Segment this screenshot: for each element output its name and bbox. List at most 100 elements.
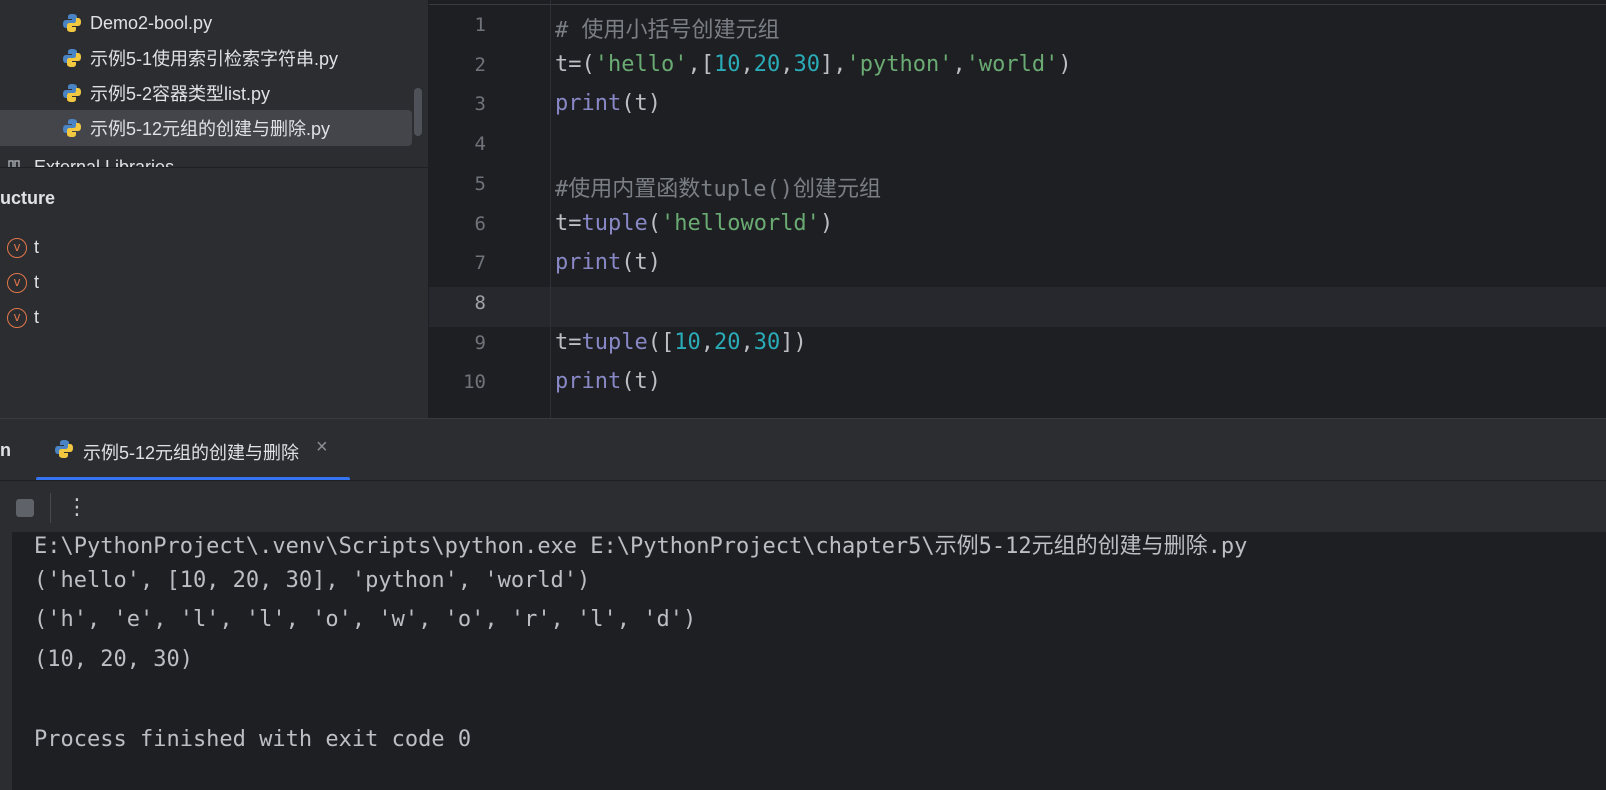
code-token: # 使用小括号创建元组 [555,18,780,43]
editor-top-border [429,4,1606,5]
code-token: t= [555,329,582,355]
left-tool-panel: Demo2-bool.py 示例5-1使用索引检索字符串.py 示例5-2容器类型l… [0,0,428,418]
line-number: 4 [474,133,486,156]
code-token: 'world' [965,51,1059,77]
project-file-item[interactable]: Demo2-bool.py [0,5,412,41]
structure-item[interactable]: vt [0,269,420,299]
run-toolbar: ⋮ [0,480,1606,533]
code-token: (t) [621,91,661,117]
project-file-label: Demo2-bool.py [90,12,213,33]
code-token: 20 [753,51,781,77]
code-token: 10 [674,329,701,355]
code-token: 30 [753,329,781,355]
python-file-icon [63,119,81,137]
code-line[interactable]: print(t) [555,369,661,394]
structure-item-label: t [34,237,40,257]
run-tab-label: 示例5-12元组的创建与删除 [83,443,300,463]
stop-icon[interactable] [16,499,34,517]
panel-divider [0,167,428,168]
code-token: , [740,51,754,77]
variable-icon: v [7,308,27,328]
code-token: (t) [621,369,661,395]
structure-panel-title: ucture [0,188,56,208]
console-line: E:\PythonProject\.venv\Scripts\python.ex… [34,534,1248,559]
code-token: ]) [780,329,807,355]
line-number: 7 [474,252,486,275]
code-token: print [555,91,622,117]
console-line: ('hello', [10, 20, 30], 'python', 'world… [34,567,591,593]
run-console[interactable]: E:\PythonProject\.venv\Scripts\python.ex… [0,532,1606,790]
code-token: ,[ [687,51,714,77]
gutter-separator [550,0,551,418]
code-line[interactable]: t=tuple('helloworld') [555,211,833,236]
current-line-highlight [429,287,1606,327]
code-token: print [555,369,622,395]
project-file-label: 示例5-12元组的创建与删除.py [90,119,331,139]
code-token: , [700,329,714,355]
code-line[interactable]: print(t) [555,91,661,116]
code-line[interactable]: t=tuple([10,20,30]) [555,330,807,355]
code-token: t= [555,210,582,236]
line-number: 2 [474,53,486,76]
line-number: 8 [474,291,486,314]
code-token: t=( [555,51,595,77]
line-number: 10 [463,371,486,394]
code-token: ) [1058,51,1072,77]
line-number-gutter: 1 2 3 4 5 6 7 8 9 10 [429,0,549,418]
code-token: 30 [793,51,820,77]
python-file-icon [63,84,81,102]
project-file-label: 示例5-1使用索引检索字符串.py [90,49,339,69]
variable-icon: v [7,273,27,293]
console-gutter [0,532,12,790]
close-icon[interactable]: × [316,436,328,459]
code-token: 'python' [846,51,953,77]
variable-icon: v [7,238,27,258]
line-number: 5 [474,172,486,195]
code-token: , [780,51,794,77]
code-token: #使用内置函数tuple()创建元组 [555,176,881,202]
structure-item[interactable]: vt [0,234,420,264]
run-tool-window-header: n 示例5-12元组的创建与删除 × [0,418,1606,481]
run-tab[interactable]: 示例5-12元组的创建与删除 × [36,419,350,481]
python-icon [55,440,73,458]
python-file-icon [63,14,81,32]
code-token: ( [647,210,661,236]
structure-item[interactable]: vt [0,304,420,334]
code-token: 10 [713,51,741,77]
structure-item-label: t [34,272,40,292]
structure-item-label: t [34,307,40,327]
code-token: 'hello' [594,51,688,77]
project-tree: Demo2-bool.py 示例5-1使用索引检索字符串.py 示例5-2容器类型l… [0,0,428,168]
code-token: ], [819,51,847,77]
line-number: 1 [474,14,486,36]
code-token: 20 [713,329,741,355]
console-line: Process finished with exit code 0 [34,726,472,752]
toolbar-separator [50,493,51,523]
project-file-label: 示例5-2容器类型list.py [90,84,271,104]
console-line: (10, 20, 30) [34,647,193,673]
project-file-item[interactable]: 示例5-2容器类型list.py [0,75,412,111]
more-options-icon[interactable]: ⋮ [66,491,88,523]
code-editor[interactable]: 1 2 3 4 5 6 7 8 9 10 # 使用小括号创建元组 t=('hello',[10,20… [429,0,1606,418]
code-token: , [740,329,754,355]
project-tree-scrollbar[interactable] [414,88,422,136]
code-token: (t) [621,250,661,276]
code-token: print [555,250,622,276]
line-number: 9 [474,331,486,354]
code-token: ) [819,210,834,236]
code-line[interactable]: #使用内置函数tuple()创建元组 [555,171,881,203]
code-line[interactable]: print(t) [555,250,661,275]
run-tool-window-title: n [0,440,11,460]
code-token: tuple [581,329,648,355]
code-line[interactable]: t=('hello',[10,20,30],'python','world') [555,52,1072,77]
project-file-item[interactable]: 示例5-1使用索引检索字符串.py [0,40,412,76]
python-file-icon [63,49,81,67]
line-number: 6 [474,212,486,235]
code-token: , [952,51,966,77]
code-token: tuple [581,210,648,236]
line-number: 3 [474,93,486,116]
code-token: ([ [647,329,675,355]
code-line[interactable]: # 使用小括号创建元组 [555,12,780,44]
code-token: 'helloworld' [660,210,820,236]
project-file-item[interactable]: 示例5-12元组的创建与删除.py [0,110,412,146]
